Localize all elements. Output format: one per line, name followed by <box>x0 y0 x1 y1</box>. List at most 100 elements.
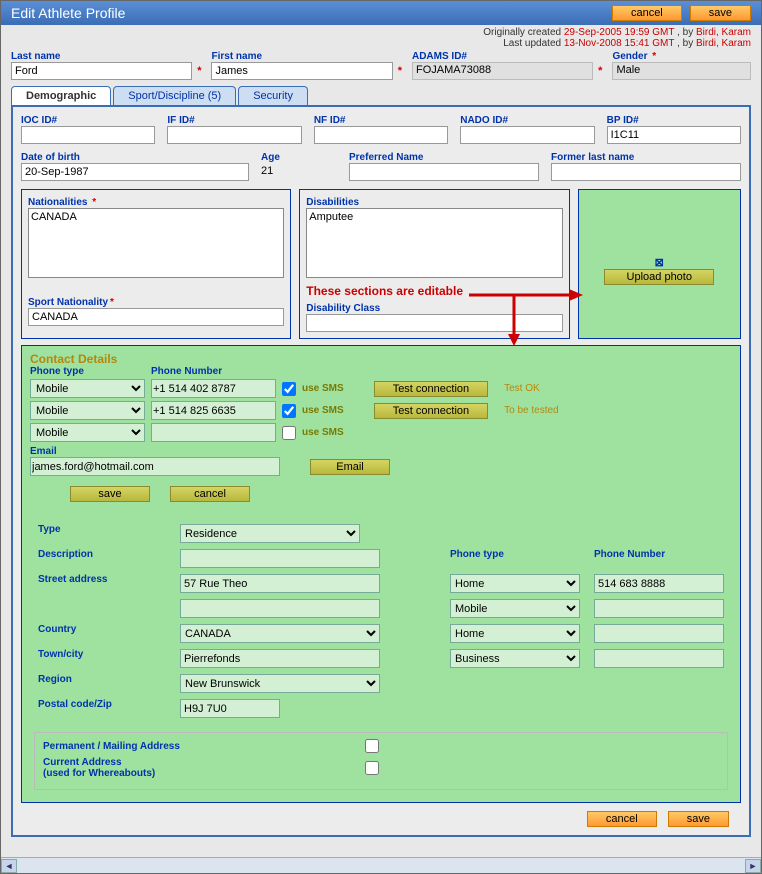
gender-value: Male <box>612 62 751 80</box>
use-sms-checkbox[interactable] <box>282 426 296 440</box>
email-button[interactable]: Email <box>310 459 390 475</box>
addr-phone-number-input[interactable] <box>594 624 724 643</box>
street-input[interactable] <box>180 574 380 593</box>
tab-demographic[interactable]: Demographic <box>11 86 111 105</box>
street-label: Street address <box>32 572 172 595</box>
horizontal-scrollbar[interactable]: ◄ ► <box>1 857 761 873</box>
former-name-input[interactable] <box>551 163 741 181</box>
scroll-left-icon[interactable]: ◄ <box>1 859 17 873</box>
bp-label: BP ID# <box>607 115 741 126</box>
if-label: IF ID# <box>167 115 301 126</box>
contact-title: Contact Details <box>30 352 732 366</box>
addr-phone-type-label: Phone type <box>444 547 586 570</box>
addr-phone-type-select[interactable]: Home <box>450 574 580 593</box>
upload-photo-button[interactable]: Upload photo <box>604 269 714 285</box>
address-type-select[interactable]: Residence <box>180 524 360 543</box>
dob-label: Date of birth <box>21 152 249 163</box>
addr-phone-type-select[interactable]: Home <box>450 624 580 643</box>
former-name-label: Former last name <box>551 152 741 163</box>
nf-input[interactable] <box>314 126 448 144</box>
ioc-label: IOC ID# <box>21 115 155 126</box>
postal-label: Postal code/Zip <box>32 697 172 720</box>
phone-number-input[interactable] <box>151 423 276 442</box>
preferred-name-label: Preferred Name <box>349 152 539 163</box>
test-connection-button[interactable]: Test connection <box>374 403 488 419</box>
updated-by[interactable]: Birdi, Karam <box>696 38 751 49</box>
addr-phone-type-select[interactable]: Business <box>450 649 580 668</box>
meta-info: Originally created 29-Sep-2005 19:59 GMT… <box>1 25 761 51</box>
description-label: Description <box>32 547 172 570</box>
disability-class-input[interactable] <box>306 314 562 332</box>
titlebar-buttons: cancel save <box>612 5 751 21</box>
email-label: Email <box>30 446 732 457</box>
photo-remove-icon[interactable]: ⊠ <box>585 256 734 269</box>
nf-label: NF ID# <box>314 115 448 126</box>
town-input[interactable] <box>180 649 380 668</box>
use-sms-label: use SMS <box>302 427 344 438</box>
tab-bar: Demographic Sport/Discipline (5) Securit… <box>11 86 751 107</box>
cancel-button-top[interactable]: cancel <box>612 5 682 21</box>
use-sms-checkbox[interactable] <box>282 382 296 396</box>
addr-phone-type-select[interactable]: Mobile <box>450 599 580 618</box>
cancel-button-contact[interactable]: cancel <box>170 486 250 502</box>
first-name-label: First name <box>211 51 401 62</box>
permanent-checkbox[interactable] <box>365 739 379 753</box>
country-select[interactable]: CANADA <box>180 624 380 643</box>
phone-type-select[interactable]: Mobile <box>30 401 145 420</box>
nationalities-list[interactable]: CANADA <box>28 208 284 278</box>
description-input[interactable] <box>180 549 380 568</box>
created-by[interactable]: Birdi, Karam <box>696 27 751 38</box>
tab-security[interactable]: Security <box>238 86 308 105</box>
test-connection-button[interactable]: Test connection <box>374 381 488 397</box>
contact-details-section: Contact Details Phone type Phone Number … <box>21 345 741 803</box>
annotation-text: These sections are editable <box>306 284 562 298</box>
email-input[interactable] <box>30 457 280 476</box>
cancel-button-bottom[interactable]: cancel <box>587 811 657 827</box>
bp-input[interactable] <box>607 126 741 144</box>
phone-row: Mobile use SMS <box>30 423 732 442</box>
phone-row: Mobile use SMS Test connection To be tes… <box>30 401 732 420</box>
sport-nationality-input[interactable] <box>28 308 284 326</box>
nado-label: NADO ID# <box>460 115 594 126</box>
disabilities-box: Disabilities Amputee These sections are … <box>299 189 569 339</box>
addr-phone-number-input[interactable] <box>594 599 724 618</box>
save-button-contact[interactable]: save <box>70 486 150 502</box>
disabilities-list[interactable]: Amputee <box>306 208 562 278</box>
dob-input[interactable] <box>21 163 249 181</box>
street2-input[interactable] <box>180 599 380 618</box>
created-date: 29-Sep-2005 19:59 GMT <box>564 27 674 38</box>
save-button-top[interactable]: save <box>690 5 751 21</box>
preferred-name-input[interactable] <box>349 163 539 181</box>
window-title: Edit Athlete Profile <box>11 5 125 21</box>
last-name-input[interactable] <box>11 62 192 80</box>
addr-phone-number-input[interactable] <box>594 649 724 668</box>
tab-sport[interactable]: Sport/Discipline (5) <box>113 86 236 105</box>
phone-type-select[interactable]: Mobile <box>30 423 145 442</box>
region-select[interactable]: New Brunswick <box>180 674 380 693</box>
town-label: Town/city <box>32 647 172 670</box>
sport-nationality-label: Sport Nationality* <box>28 297 114 308</box>
demographic-panel: IOC ID# IF ID# NF ID# NADO ID# BP ID# Da… <box>11 107 751 837</box>
bottom-button-row: cancel save <box>21 803 741 827</box>
current-checkbox[interactable] <box>365 761 379 775</box>
phone-number-input[interactable] <box>151 379 276 398</box>
id-row: IOC ID# IF ID# NF ID# NADO ID# BP ID# <box>21 115 741 144</box>
if-input[interactable] <box>167 126 301 144</box>
gender-label: Gender * <box>612 51 751 62</box>
updated-date: 13-Nov-2008 15:41 GMT <box>564 38 674 49</box>
permanent-label: Permanent / Mailing Address <box>43 741 180 752</box>
phone-type-select[interactable]: Mobile <box>30 379 145 398</box>
content-area: Last name * First name * ADAMS ID# FOJAM… <box>1 51 761 857</box>
save-button-bottom[interactable]: save <box>668 811 729 827</box>
first-name-input[interactable] <box>211 62 392 80</box>
phone-number-input[interactable] <box>151 401 276 420</box>
use-sms-checkbox[interactable] <box>282 404 296 418</box>
photo-box: ⊠ Upload photo <box>578 189 741 339</box>
addr-phone-number-input[interactable] <box>594 574 724 593</box>
postal-input[interactable] <box>180 699 280 718</box>
top-identity-row: Last name * First name * ADAMS ID# FOJAM… <box>11 51 751 80</box>
disability-class-label: Disability Class <box>306 303 380 314</box>
nado-input[interactable] <box>460 126 594 144</box>
ioc-input[interactable] <box>21 126 155 144</box>
scroll-right-icon[interactable]: ► <box>745 859 761 873</box>
